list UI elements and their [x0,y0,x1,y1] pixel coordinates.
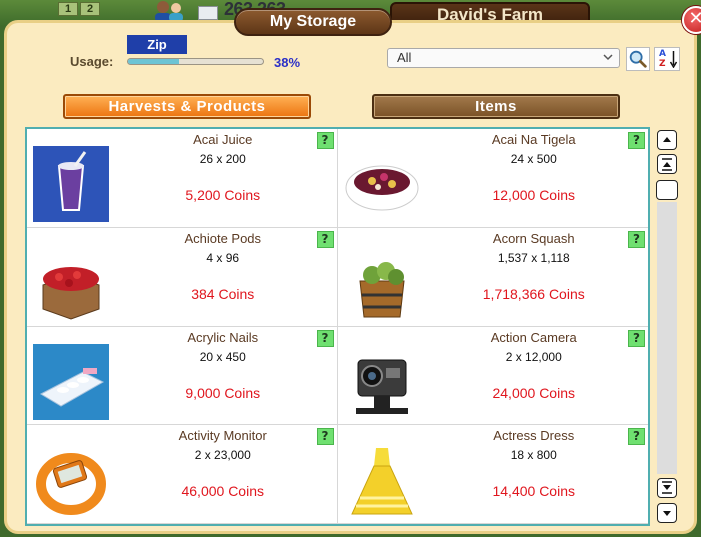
item-coin-value: 46,000 Coins [181,483,264,500]
usage-progress-bar [127,58,264,65]
usage-percent: 38% [274,55,301,70]
neighbors-icon [155,1,183,22]
dress-icon [350,448,413,515]
storage-item-cell[interactable]: Acorn Squash 1,537 x 1,118 1,718,366 Coins… [337,228,648,327]
scrollbar [655,128,679,524]
item-coin-value: 24,000 Coins [492,384,575,401]
dialog-title: My Storage [234,8,392,36]
item-name: Achiote Pods [184,230,262,246]
item-name: Acrylic Nails [187,329,259,345]
item-name: Actress Dress [493,428,575,444]
item-quantity: 2 x 23,000 [194,448,251,463]
item-quantity: 20 x 450 [199,349,246,364]
zip-button[interactable]: Zip [127,35,187,54]
hud-tab-1[interactable]: 1 [58,2,78,16]
storage-item-cell[interactable]: Acai Na Tigela 24 x 500 12,000 Coins? [337,129,648,228]
acai-juice-icon [33,146,109,222]
sort-z-letter: Z [659,59,666,69]
item-coin-value: 384 Coins [191,285,255,302]
storage-item-cell[interactable]: Activity Monitor 2 x 23,000 46,000 Coins? [27,425,338,524]
category-filter-select[interactable]: All [387,48,620,68]
item-help-button[interactable]: ? [316,428,334,446]
item-quantity: 4 x 96 [206,250,240,265]
squash-basket-icon [358,261,405,318]
mail-icon[interactable] [198,6,218,20]
scroll-top-button[interactable] [657,154,677,174]
item-help-button[interactable]: ? [316,329,334,347]
item-help-button[interactable]: ? [628,132,645,149]
item-name: Acai Na Tigela [491,132,576,147]
item-coin-value: 14,400 Coins [492,483,575,500]
jump-top-icon [662,158,672,171]
acai-bowl-icon [345,165,418,211]
item-quantity: 18 x 800 [510,448,557,463]
usage-progress-fill [128,59,180,64]
achiote-crate-icon [42,266,100,320]
chevron-down-icon [603,54,613,61]
action-camera-icon [355,359,408,414]
jump-bottom-icon [662,481,672,494]
scroll-down-button[interactable] [657,503,677,523]
item-coin-value: 1,718,366 Coins [482,285,585,302]
item-quantity: 2 x 12,000 [505,349,562,364]
arrow-down-icon [670,51,677,68]
hud-page-tabs: 1 2 [58,2,100,16]
item-help-button[interactable]: ? [628,329,645,347]
item-quantity: 24 x 500 [510,152,557,166]
sort-az-button[interactable]: A Z [654,47,680,71]
scroll-bottom-button[interactable] [657,478,677,498]
item-help-button[interactable]: ? [316,230,334,248]
item-name: Acorn Squash [492,230,575,246]
item-name: Activity Monitor [178,428,267,444]
triangle-up-icon [663,137,671,142]
storage-item-cell[interactable]: Actress Dress 18 x 800 14,400 Coins? [337,425,648,524]
tab-harvests-products[interactable]: Harvests & Products [63,94,311,119]
item-name: Action Camera [490,329,577,345]
item-help-button[interactable]: ? [628,428,645,446]
storage-item-cell[interactable]: Acai Juice 26 x 200 5,200 Coins? [27,129,338,228]
sort-a-letter: A [659,49,666,59]
storage-item-cell[interactable]: Action Camera 2 x 12,000 24,000 Coins? [337,327,648,426]
item-coin-value: 9,000 Coins [185,384,261,401]
item-coin-value: 5,200 Coins [185,187,261,203]
search-icon[interactable] [626,47,650,71]
storage-item-grid: Acai Juice 26 x 200 5,200 Coins? Acai Na Ti… [25,127,650,526]
item-help-button[interactable]: ? [628,230,645,248]
storage-item-cell[interactable]: Acrylic Nails 20 x 450 9,000 Coins? [27,326,338,426]
tab-items[interactable]: Items [372,94,620,119]
hud-tab-2[interactable]: 2 [80,2,100,16]
item-name: Acai Juice [193,132,253,147]
item-quantity: 26 x 200 [199,152,246,166]
usage-label: Usage: [70,54,114,69]
filter-selected-value: All [397,50,412,65]
activity-watch-icon [36,453,106,516]
item-help-button[interactable]: ? [316,132,334,149]
item-coin-value: 12,000 Coins [492,187,575,203]
storage-item-cell[interactable]: Achiote Pods 4 x 96 384 Coins? [27,227,338,327]
nails-tray-icon [33,343,109,420]
item-quantity: 1,537 x 1,118 [497,250,570,265]
scroll-up-button[interactable] [657,130,677,150]
scroll-rail[interactable] [657,202,677,474]
scroll-thumb[interactable] [656,180,678,200]
triangle-down-icon [663,511,671,516]
